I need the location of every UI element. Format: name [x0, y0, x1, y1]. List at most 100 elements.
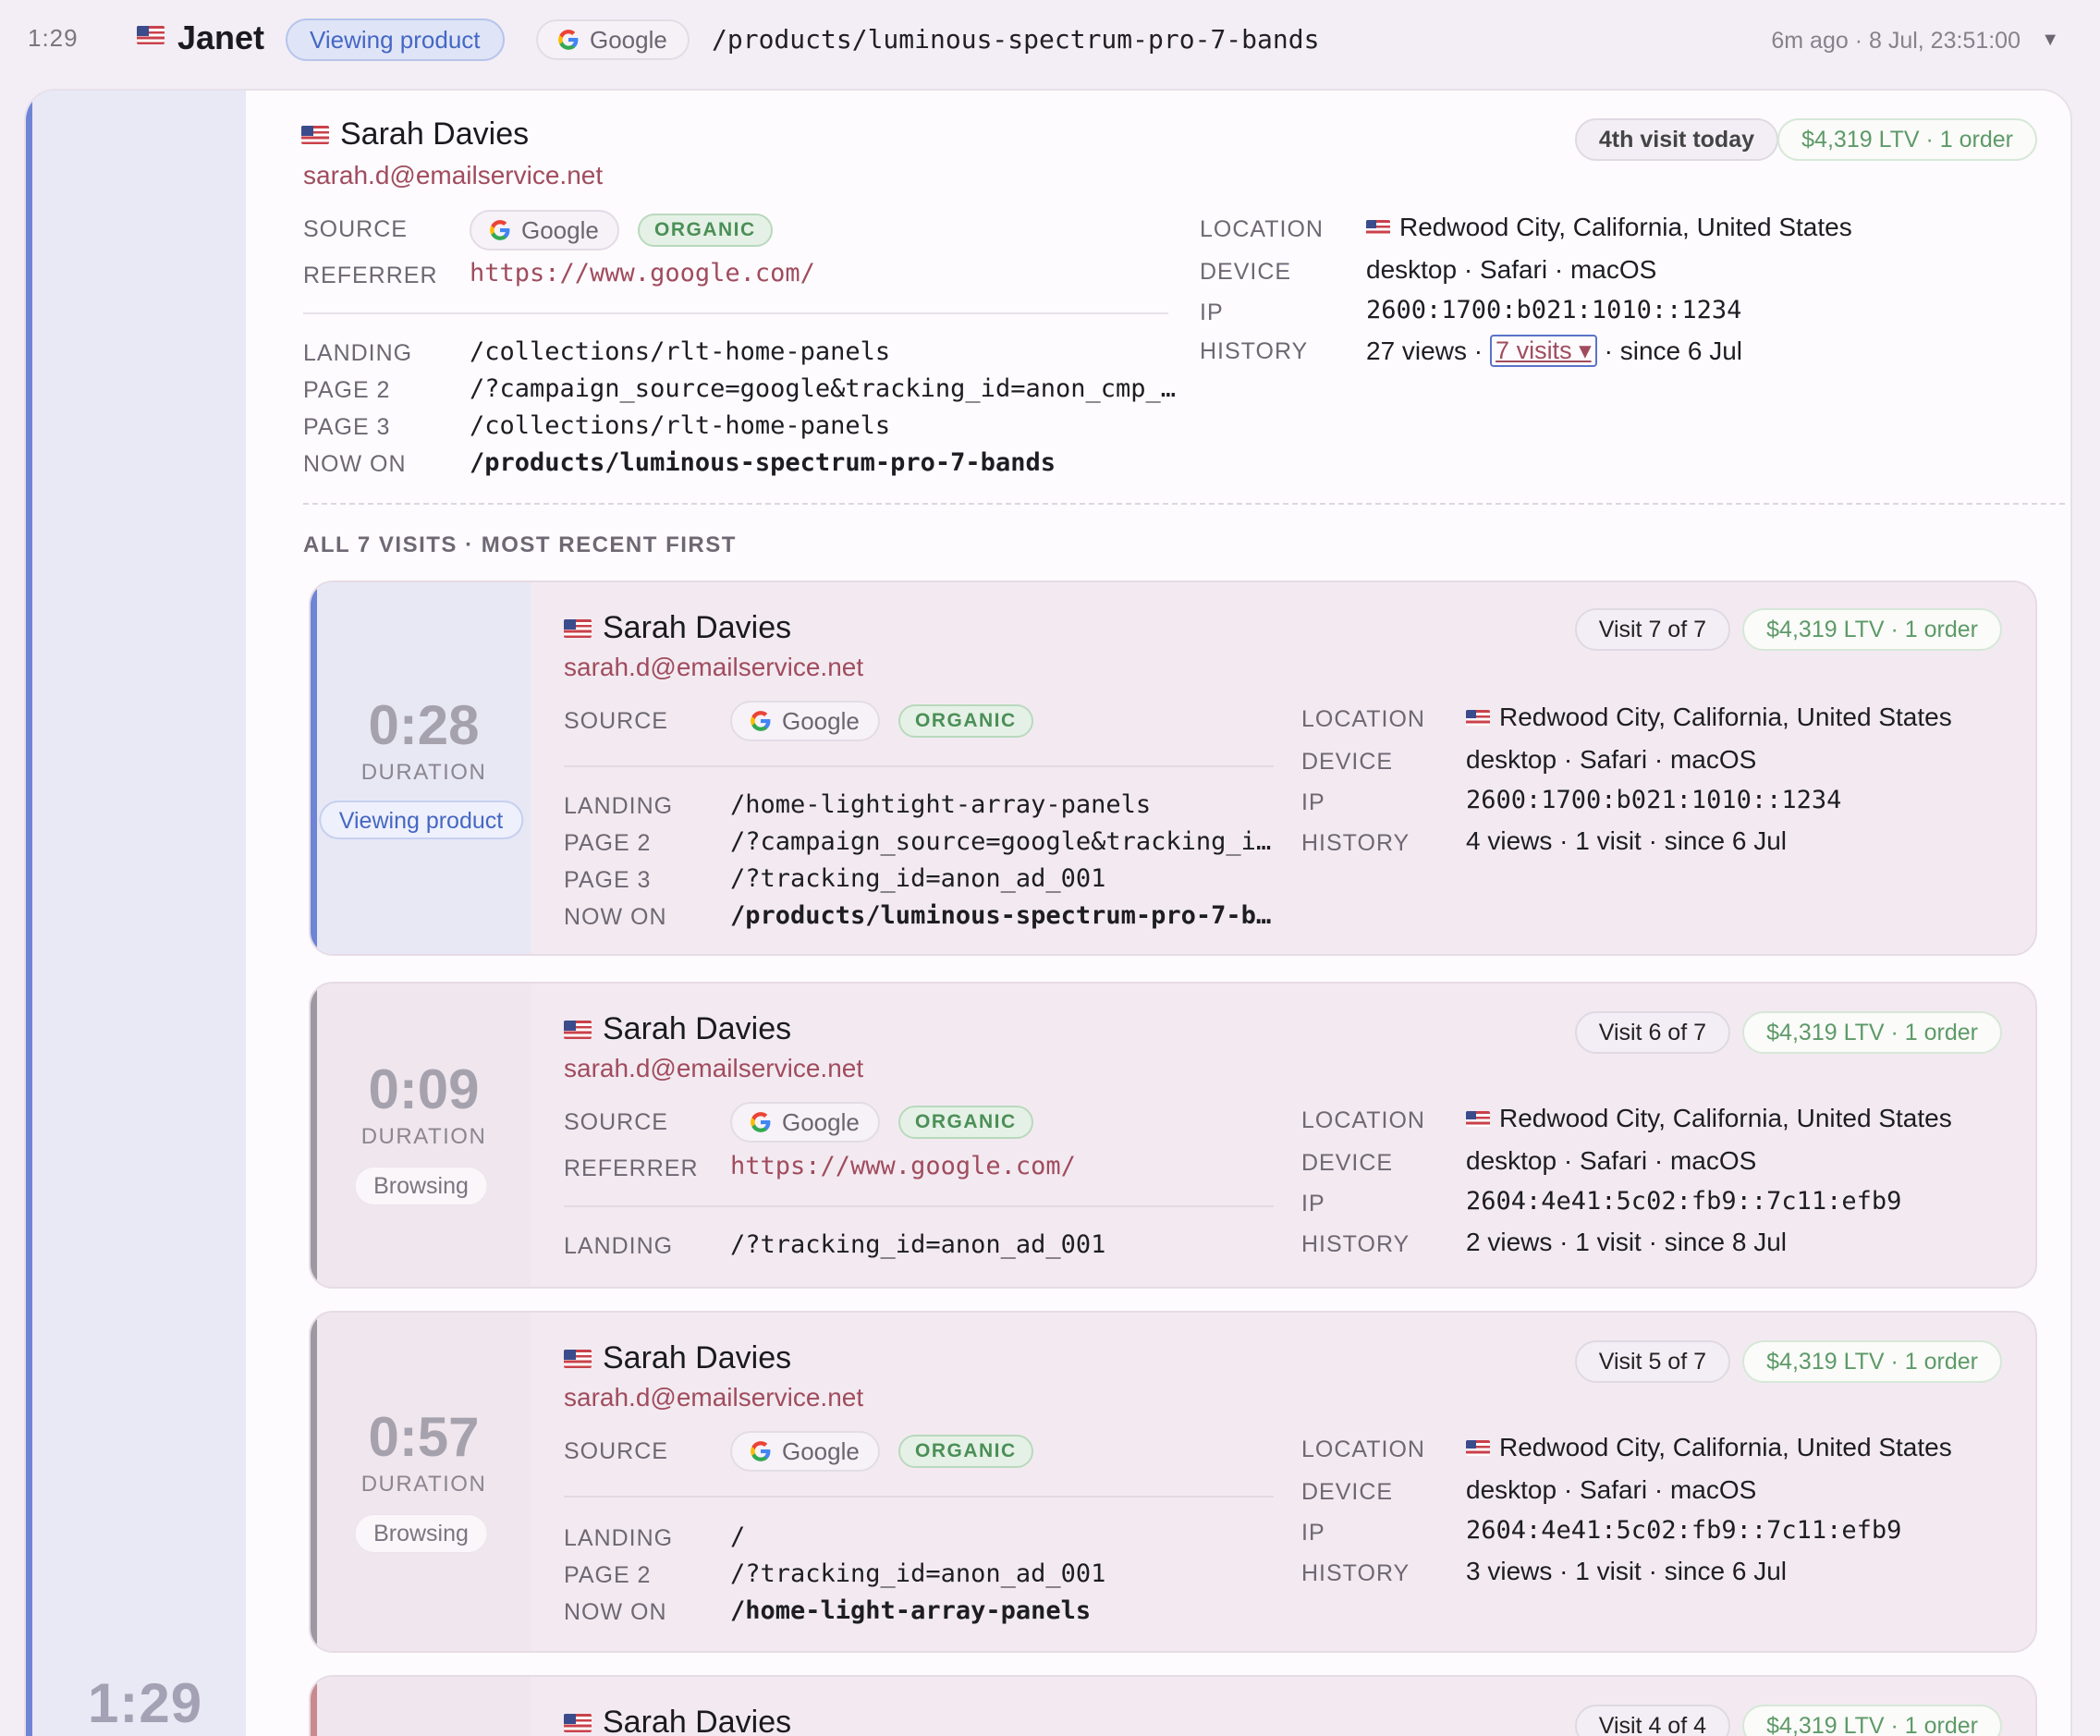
- location-label: LOCATION: [1301, 1436, 1425, 1462]
- page-label: LANDING: [564, 1233, 674, 1259]
- history-value: 3 views · 1 visit · since 6 Jul: [1466, 1557, 1787, 1585]
- visit-number-badge: Visit 4 of 4: [1574, 1705, 1730, 1736]
- customer-header: Sarah Davies: [564, 610, 791, 646]
- visit-details: Sarah Davies Visit 4 of 4 $4,319 LTV · 1…: [531, 1677, 2035, 1736]
- page-label: PAGE 2: [564, 1562, 652, 1588]
- customer-email[interactable]: sarah.d@emailservice.net: [564, 1383, 863, 1412]
- referrer-label: REFERRER: [303, 263, 438, 288]
- source-label: SOURCE: [564, 708, 668, 734]
- visit-rail: 0:09 DURATION Browsing: [311, 984, 531, 1287]
- ltv-badge: $4,319 LTV · 1 order: [1742, 1011, 2002, 1054]
- visit-number-badge: Visit 6 of 7: [1574, 1011, 1730, 1054]
- customer-name[interactable]: Sarah Davies: [603, 1011, 791, 1047]
- ip-value: 2600:1700:b021:1010::1234: [1466, 786, 1842, 814]
- us-flag-icon: [1466, 709, 1490, 726]
- duration-label: DURATION: [360, 1472, 487, 1497]
- visit-details: Sarah Davies sarah.d@emailservice.net Vi…: [531, 582, 2035, 954]
- visit-duration: 0:09: [368, 1058, 480, 1120]
- customer-name[interactable]: Sarah Davies: [340, 116, 529, 153]
- source-badge: Google: [730, 701, 880, 741]
- customer-email[interactable]: sarah.d@emailservice.net: [303, 161, 603, 190]
- organic-badge: ORGANIC: [898, 1106, 1033, 1139]
- location-label: LOCATION: [1301, 1107, 1425, 1133]
- ltv-badge: $4,319 LTV · 1 order: [1742, 1705, 2002, 1736]
- session-duration: 1:29: [88, 1672, 203, 1734]
- device-value: desktop · Safari · macOS: [1466, 1475, 1757, 1504]
- visit-card[interactable]: 0:09 DURATION Browsing Sarah Davies sara…: [309, 982, 2037, 1289]
- google-icon: [749, 1439, 773, 1463]
- history-label: HISTORY: [1301, 1560, 1410, 1586]
- ltv-badge: $4,319 LTV · 1 order: [1742, 608, 2002, 651]
- chevron-down-icon[interactable]: ▼: [2041, 30, 2059, 51]
- history-since: · since 6 Jul: [1604, 336, 1743, 365]
- ip-value: 2604:4e41:5c02:fb9::7c11:efb9: [1466, 1187, 1902, 1216]
- ip-label: IP: [1301, 789, 1325, 815]
- source-name: Google: [782, 1108, 860, 1136]
- top-bar: 1:29 Janet Viewing product Google /produ…: [0, 0, 2100, 79]
- current-path[interactable]: /products/luminous-spectrum-pro-7-bands: [712, 24, 1319, 55]
- ip-label: IP: [1200, 300, 1224, 325]
- customer-email[interactable]: sarah.d@emailservice.net: [564, 1054, 863, 1083]
- ip-value: 2604:4e41:5c02:fb9::7c11:efb9: [1466, 1516, 1902, 1545]
- divider: [303, 312, 1168, 314]
- page-path[interactable]: /home-lightight-array-panels: [730, 790, 1151, 819]
- timestamp: 6m ago · 8 Jul, 23:51:00: [1771, 28, 2021, 54]
- page-label: NOW ON: [564, 904, 667, 930]
- page-label: LANDING: [564, 1525, 674, 1551]
- history-views: 27 views ·: [1366, 336, 1483, 365]
- device-label: DEVICE: [1301, 1150, 1394, 1176]
- google-icon: [488, 218, 512, 242]
- page-label: NOW ON: [564, 1599, 667, 1625]
- page-path[interactable]: /?campaign_source=google&tracking_i…: [730, 827, 1271, 856]
- visit-duration: 0:28: [368, 694, 480, 756]
- history-label: HISTORY: [1200, 338, 1309, 364]
- visitor-name[interactable]: Janet: [177, 18, 264, 57]
- referrer-link[interactable]: https://www.google.com/: [470, 259, 815, 287]
- page-path[interactable]: /?tracking_id=anon_ad_001: [730, 1230, 1105, 1259]
- page-path[interactable]: /collections/rlt-home-panels: [470, 411, 890, 440]
- customer-name[interactable]: Sarah Davies: [603, 1340, 791, 1376]
- visit-card[interactable]: Sarah Davies Visit 4 of 4 $4,319 LTV · 1…: [309, 1675, 2037, 1736]
- customer-name[interactable]: Sarah Davies: [603, 610, 791, 646]
- google-icon: [749, 1110, 773, 1134]
- page-path[interactable]: /?campaign_source=google&tracking_id=ano…: [470, 374, 1176, 403]
- organic-badge: ORGANIC: [638, 214, 773, 247]
- page-path[interactable]: /collections/rlt-home-panels: [470, 337, 890, 366]
- source-name: Google: [521, 216, 599, 244]
- location: Redwood City, California, United States: [1466, 1104, 1952, 1133]
- visits-toggle[interactable]: 7 visits ▾: [1490, 335, 1597, 367]
- device-value: desktop · Safari · macOS: [1366, 255, 1657, 284]
- us-flag-icon: [564, 1713, 592, 1732]
- current-page-path[interactable]: /products/luminous-spectrum-pro-7-bands: [470, 448, 1056, 477]
- divider: [303, 503, 2065, 505]
- divider: [564, 1496, 1274, 1498]
- us-flag-icon: [1466, 1110, 1490, 1127]
- visit-count-badge: 4th visit today: [1574, 118, 1778, 161]
- visit-rail: 0:28 DURATION Viewing product: [311, 582, 531, 954]
- page-label: PAGE 3: [303, 414, 391, 440]
- visit-card[interactable]: 0:28 DURATION Viewing product Sarah Davi…: [309, 581, 2037, 956]
- history-value: 4 views · 1 visit · since 6 Jul: [1466, 826, 1787, 855]
- current-page-path[interactable]: /home-light-array-panels: [730, 1596, 1091, 1625]
- referrer-link[interactable]: https://www.google.com/: [730, 1152, 1076, 1180]
- location-value: Redwood City, California, United States: [1499, 703, 1952, 731]
- customer-header: Sarah Davies: [564, 1705, 791, 1736]
- ltv-badge: $4,319 LTV · 1 order: [1742, 1340, 2002, 1383]
- customer-email[interactable]: sarah.d@emailservice.net: [564, 653, 863, 682]
- customer-name[interactable]: Sarah Davies: [603, 1705, 791, 1736]
- location: Redwood City, California, United States: [1466, 703, 1952, 732]
- history-label: HISTORY: [1301, 830, 1410, 856]
- organic-badge: ORGANIC: [898, 704, 1033, 738]
- page-path[interactable]: /?tracking_id=anon_ad_001: [730, 864, 1105, 893]
- visit-card[interactable]: 0:57 DURATION Browsing Sarah Davies sara…: [309, 1311, 2037, 1653]
- us-flag-icon: [564, 1020, 592, 1039]
- source-name: Google: [782, 1437, 860, 1465]
- customer-header: Sarah Davies: [301, 116, 529, 153]
- current-page-path[interactable]: /products/luminous-spectrum-pro-7-b…: [730, 901, 1271, 930]
- google-icon: [556, 28, 580, 52]
- page-path[interactable]: /?tracking_id=anon_ad_001: [730, 1559, 1105, 1588]
- page-path[interactable]: /: [730, 1522, 745, 1551]
- page-label: LANDING: [303, 340, 413, 366]
- location: Redwood City, California, United States: [1366, 213, 1852, 242]
- location-label: LOCATION: [1200, 216, 1324, 242]
